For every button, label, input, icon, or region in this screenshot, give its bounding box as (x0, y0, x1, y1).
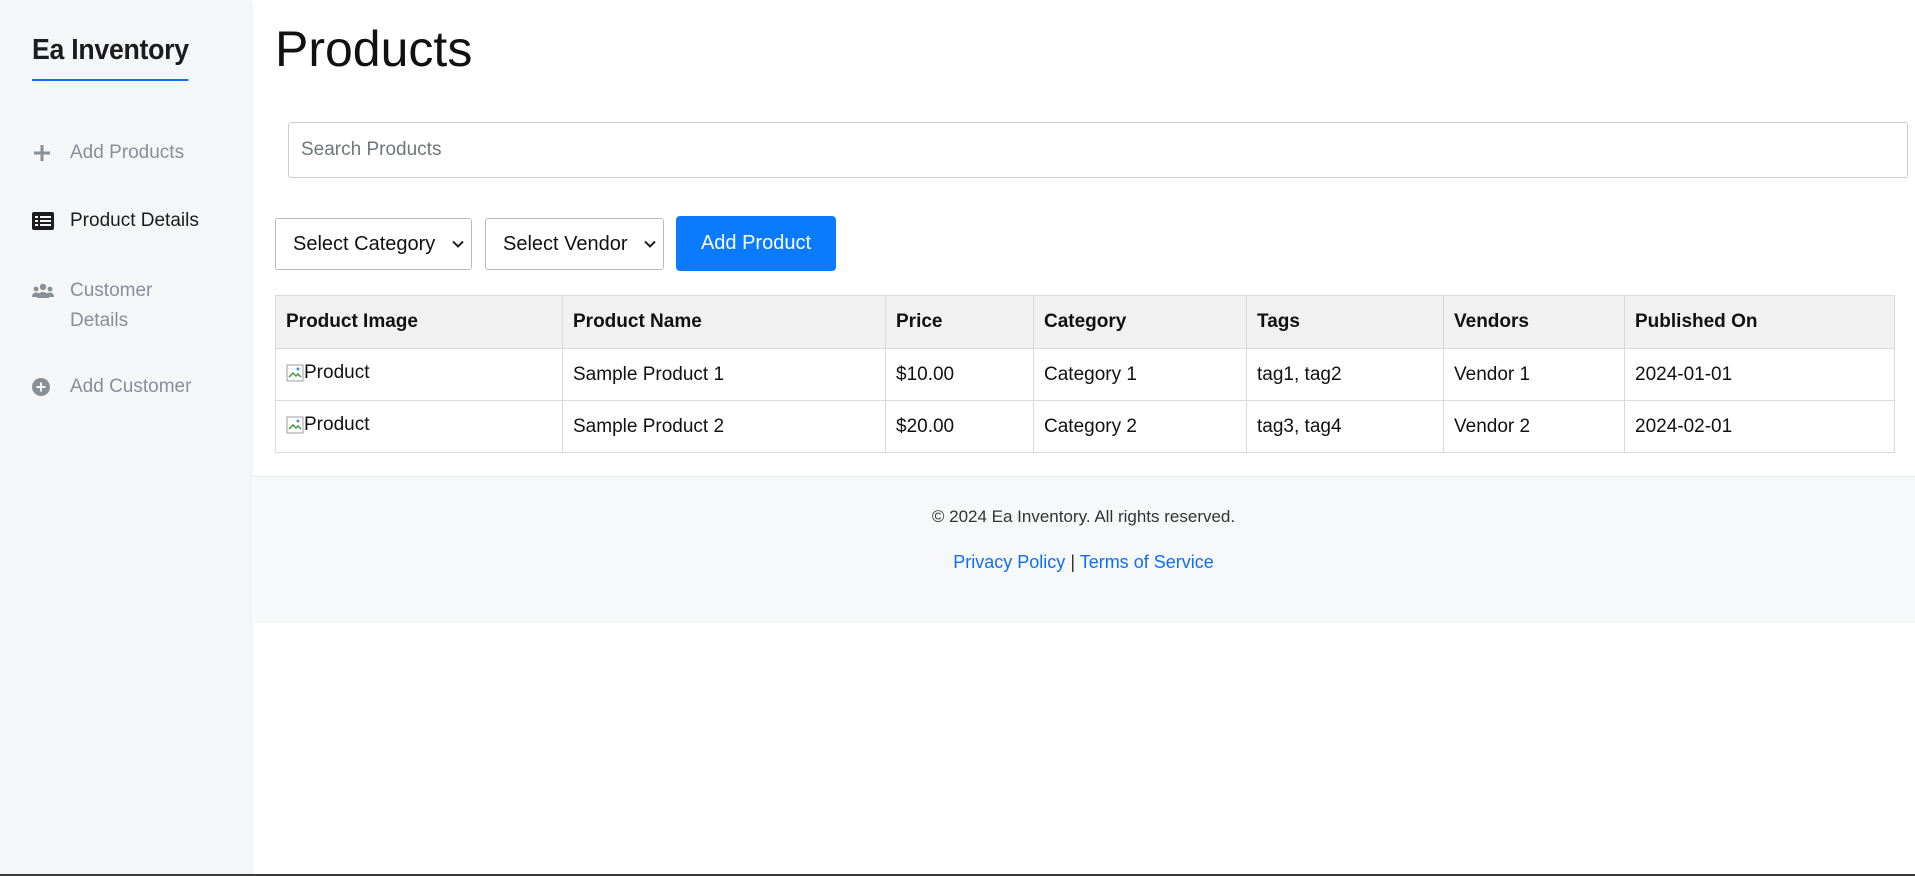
list-icon (32, 206, 56, 236)
page-title: Products (275, 21, 473, 77)
column-header-price[interactable]: Price (885, 295, 1034, 349)
app: Ea Inventory Add Products Product Detail… (0, 0, 1915, 876)
column-header-category[interactable]: Category (1033, 295, 1247, 349)
page-footer: © 2024 Ea Inventory. All rights reserved… (252, 476, 1915, 623)
add-product-button[interactable]: Add Product (676, 216, 836, 271)
privacy-policy-link[interactable]: Privacy Policy (953, 552, 1065, 572)
sidebar-item-add-customer[interactable]: Add Customer (32, 372, 191, 402)
column-header-vendors[interactable]: Vendors (1443, 295, 1625, 349)
broken-image-icon (286, 416, 304, 433)
plus-circle-icon (32, 372, 56, 402)
column-header-published-on[interactable]: Published On (1624, 295, 1895, 349)
footer-links: Privacy Policy | Terms of Service (252, 552, 1915, 573)
copyright-text: © 2024 Ea Inventory. All rights reserved… (931, 507, 1236, 526)
column-header-tags[interactable]: Tags (1246, 295, 1444, 349)
cell-category: Category 2 (1033, 400, 1247, 453)
sidebar-item-label: Product Details (70, 210, 199, 231)
chevron-down-icon (644, 240, 656, 248)
cell-tags: tag3, tag4 (1246, 400, 1444, 453)
users-icon (32, 276, 56, 306)
sidebar-item-product-details[interactable]: Product Details (32, 206, 199, 236)
plus-icon (32, 138, 56, 168)
category-select[interactable]: Select Category (275, 218, 472, 270)
cell-product-name: Sample Product 1 (562, 348, 886, 401)
table-row[interactable]: Product Sample Product 1 $10.00 Category… (275, 348, 1895, 401)
search-input[interactable] (288, 122, 1908, 178)
cell-vendor: Vendor 1 (1443, 348, 1625, 401)
cell-published-on: 2024-01-01 (1624, 348, 1895, 401)
cell-published-on: 2024-02-01 (1624, 400, 1895, 453)
cell-product-image: Product (275, 400, 563, 453)
sidebar-item-label: Add Products (70, 142, 185, 163)
cell-product-image: Product (275, 348, 563, 401)
cell-price: $20.00 (885, 400, 1034, 453)
product-image: Product (286, 362, 369, 384)
brand-logo[interactable]: Ea Inventory (32, 34, 189, 81)
column-header-product-name[interactable]: Product Name (562, 295, 886, 349)
column-header-product-image[interactable]: Product Image (275, 295, 563, 349)
table-row[interactable]: Product Sample Product 2 $20.00 Category… (275, 400, 1895, 453)
product-image-alt: Product (304, 413, 370, 435)
table-header-row: Product Image Product Name Price Categor… (275, 295, 1895, 349)
cell-vendor: Vendor 2 (1443, 400, 1625, 453)
cell-category: Category 1 (1033, 348, 1247, 401)
cell-product-name: Sample Product 2 (562, 400, 886, 453)
chevron-down-icon (452, 240, 464, 248)
sidebar-item-label: Customer Details (70, 280, 153, 331)
cell-price: $10.00 (885, 348, 1034, 401)
product-image-alt: Product (304, 361, 370, 383)
products-table: Product Image Product Name Price Categor… (275, 295, 1895, 453)
vendor-select[interactable]: Select Vendor (485, 218, 664, 270)
sidebar-item-customer-details[interactable]: Customer Details (32, 276, 182, 336)
cell-tags: tag1, tag2 (1246, 348, 1444, 401)
terms-of-service-link[interactable]: Terms of Service (1080, 552, 1214, 572)
category-select-value: Select Category (293, 232, 436, 255)
product-image: Product (286, 414, 369, 436)
sidebar-item-add-products[interactable]: Add Products (32, 138, 184, 168)
broken-image-icon (286, 364, 304, 381)
sidebar: Ea Inventory Add Products Product Detail… (0, 0, 250, 876)
vendor-select-value: Select Vendor (503, 232, 628, 255)
footer-link-separator: | (1070, 552, 1075, 572)
sidebar-item-label: Add Customer (70, 376, 192, 397)
